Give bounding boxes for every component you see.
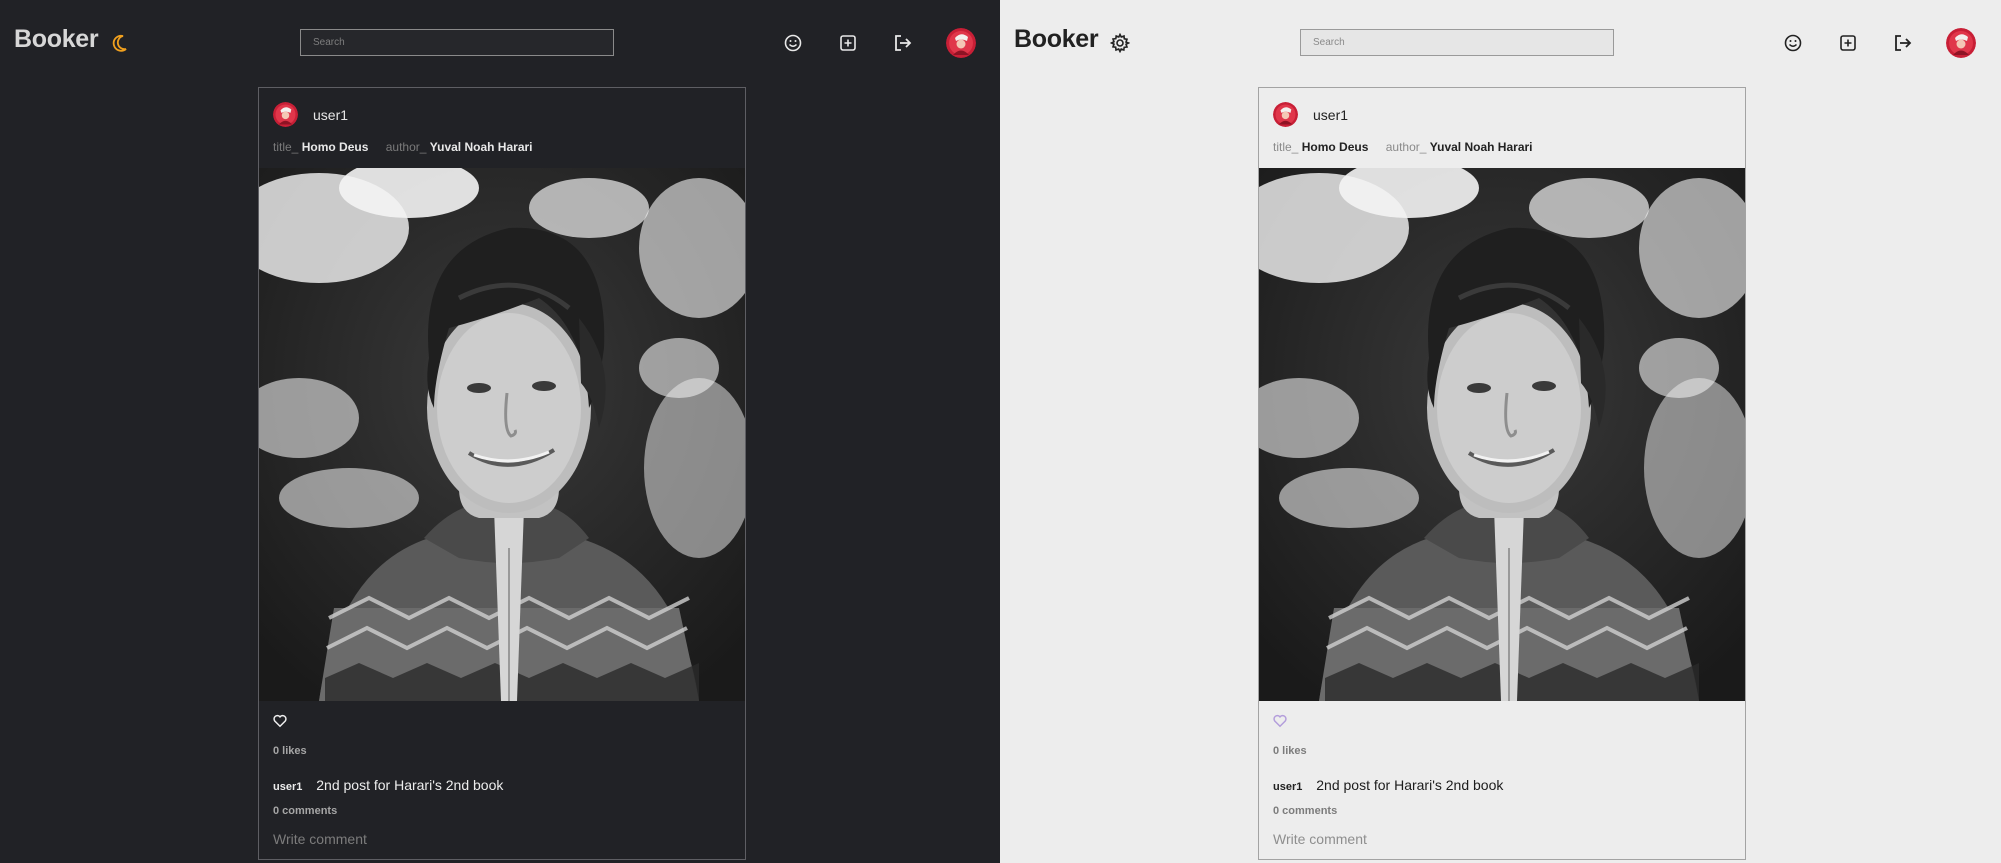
post-caption: user1 2nd post for Harari's 2nd book <box>1273 777 1503 793</box>
author-label: author_ <box>1385 140 1427 154</box>
caption-text: 2nd post for Harari's 2nd book <box>316 777 504 793</box>
book-title: Homo Deus <box>1301 140 1369 154</box>
heart-icon[interactable] <box>1273 714 1289 730</box>
post-caption: user1 2nd post for Harari's 2nd book <box>273 777 503 793</box>
book-meta: title_ Homo Deus author_ Yuval Noah Hara… <box>1273 140 1547 154</box>
comment-input[interactable] <box>1273 828 1573 850</box>
likes-count: 0 likes <box>273 745 307 757</box>
title-label: title_ <box>1273 140 1299 154</box>
book-author: Yuval Noah Harari <box>1429 140 1533 154</box>
logout-icon[interactable] <box>1891 31 1915 55</box>
dark-theme-pane: Booker user1 title_ Homo Deus author_ Yu… <box>0 0 1000 863</box>
book-meta: title_ Homo Deus author_ Yuval Noah Hara… <box>273 140 547 154</box>
brand-logo[interactable]: Booker <box>14 25 99 54</box>
comment-input[interactable] <box>273 828 573 850</box>
brand-logo[interactable]: Booker <box>1014 25 1099 54</box>
caption-username[interactable]: user1 <box>1273 781 1302 793</box>
likes-count: 0 likes <box>1273 745 1307 757</box>
caption-username[interactable]: user1 <box>273 781 302 793</box>
moon-icon[interactable] <box>110 33 130 53</box>
plus-square-icon[interactable] <box>1836 31 1860 55</box>
search-input[interactable] <box>300 29 614 56</box>
smiley-icon[interactable] <box>781 31 805 55</box>
light-theme-pane: Booker user1 title_ Homo Deus author_ Yu… <box>1000 0 2001 863</box>
search-input[interactable] <box>1300 29 1614 56</box>
title-label: title_ <box>273 140 299 154</box>
caption-text: 2nd post for Harari's 2nd book <box>1316 777 1504 793</box>
logout-icon[interactable] <box>891 31 915 55</box>
plus-square-icon[interactable] <box>836 31 860 55</box>
post-author-avatar[interactable] <box>273 102 298 127</box>
heart-icon[interactable] <box>273 714 289 730</box>
comments-count[interactable]: 0 comments <box>1273 805 1337 817</box>
post-photo <box>1259 168 1745 701</box>
post-username[interactable]: user1 <box>1313 107 1348 123</box>
book-author: Yuval Noah Harari <box>429 140 533 154</box>
post-username[interactable]: user1 <box>313 107 348 123</box>
avatar[interactable] <box>946 28 976 58</box>
post-card: user1 title_ Homo Deus author_ Yuval Noa… <box>1258 87 1746 860</box>
comments-count[interactable]: 0 comments <box>273 805 337 817</box>
author-label: author_ <box>385 140 427 154</box>
post-card: user1 title_ Homo Deus author_ Yuval Noa… <box>258 87 746 860</box>
smiley-icon[interactable] <box>1781 31 1805 55</box>
post-photo <box>259 168 745 701</box>
book-title: Homo Deus <box>301 140 369 154</box>
post-author-avatar[interactable] <box>1273 102 1298 127</box>
gear-icon[interactable] <box>1110 33 1130 53</box>
avatar[interactable] <box>1946 28 1976 58</box>
